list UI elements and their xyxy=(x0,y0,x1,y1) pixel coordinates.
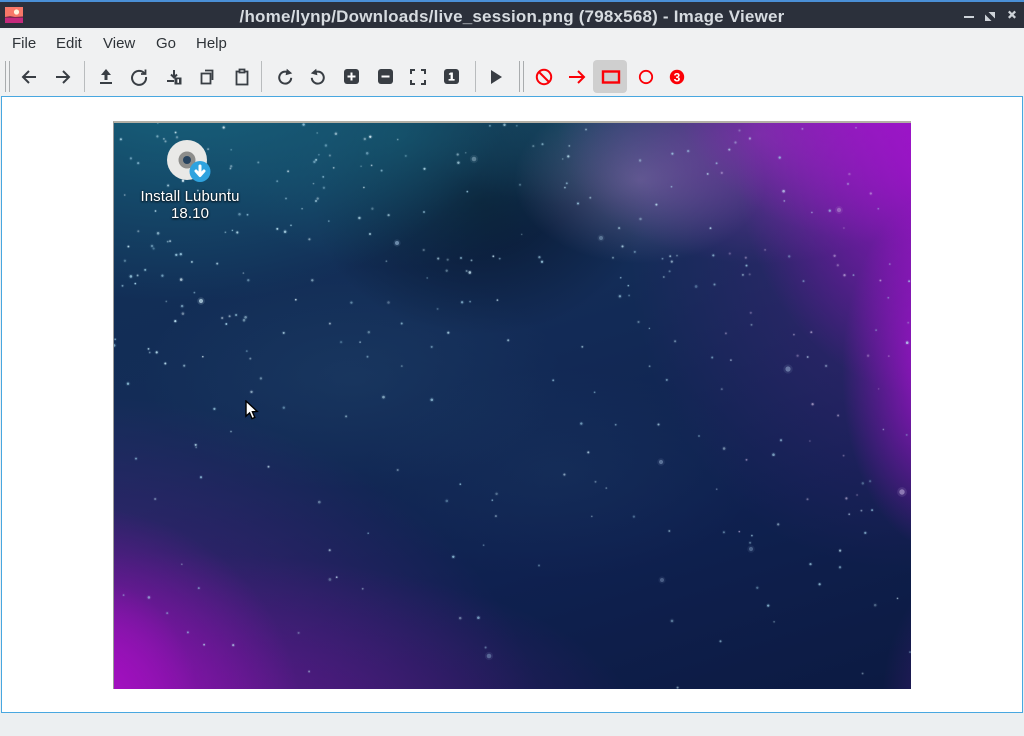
svg-text:3: 3 xyxy=(674,70,681,84)
